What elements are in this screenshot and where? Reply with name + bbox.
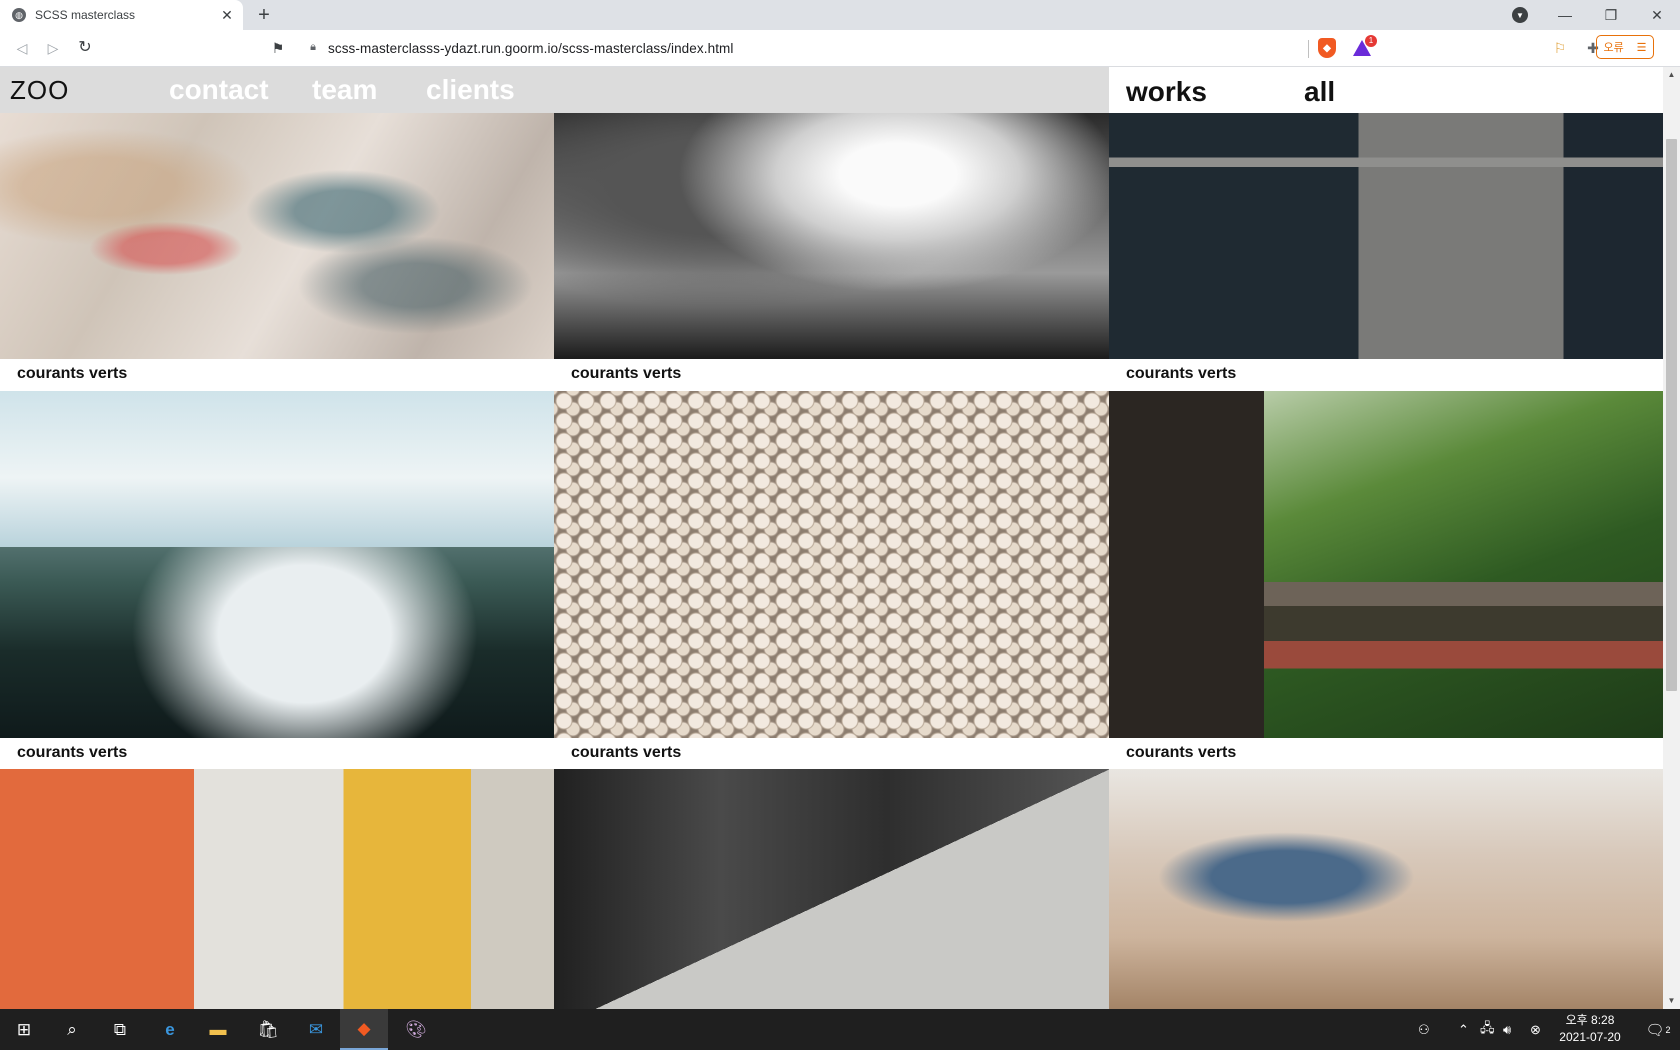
clock-date: 2021-07-20 <box>1559 1030 1621 1044</box>
file-explorer-icon[interactable]: ▬ <box>194 1009 242 1050</box>
colorful-buildings-image <box>0 769 554 1009</box>
forest-bw-image <box>554 113 1109 359</box>
brave-shield-icon[interactable]: ◆ <box>1318 38 1336 58</box>
gallery-card[interactable]: courants verts <box>0 113 554 390</box>
ext-flag-icon[interactable]: ⚐ <box>1550 38 1570 58</box>
lock-icon: 🔒︎ <box>310 41 316 53</box>
close-tab-icon[interactable]: ✕ <box>219 7 235 24</box>
browser-toolbar: ◁ ▷ ↻ ⚑ 🔒︎ scss-masterclasss-ydazt.run.g… <box>0 30 1680 67</box>
close-window-button[interactable]: ✕ <box>1634 0 1680 30</box>
store-icon[interactable]: 🛍︎ <box>244 1009 292 1050</box>
canyon-bridge-image <box>1109 391 1663 738</box>
tray-expand-icon[interactable]: ⌃ <box>1458 1009 1469 1050</box>
page-viewport: ZOO contact team clients works all coura… <box>0 67 1663 1009</box>
gallery-card[interactable] <box>0 769 554 1009</box>
windows-start-icon[interactable]: ⊞ <box>0 1009 48 1050</box>
browser-tab[interactable]: ◍ SCSS masterclass ✕ <box>0 0 243 30</box>
brave-browser-icon[interactable]: ◆ <box>340 1009 388 1050</box>
tab-strip: ◍ SCSS masterclass ✕ + ▼ — ❐ ✕ <box>0 0 1680 30</box>
site-logo[interactable]: ZOO <box>10 75 69 106</box>
bookmark-icon[interactable]: ⚑ <box>268 38 288 58</box>
gallery-card[interactable]: courants verts <box>554 113 1109 390</box>
ime-icon[interactable]: ⊗ <box>1530 1009 1541 1050</box>
paint-icon[interactable]: 🎨︎ <box>392 1009 440 1050</box>
pebbles-image <box>554 391 1109 738</box>
forward-icon[interactable]: ▷ <box>43 38 63 58</box>
error-label: 오류 <box>1603 42 1624 54</box>
gallery-card[interactable] <box>554 769 1109 1009</box>
mail-icon[interactable]: ✉ <box>292 1009 340 1050</box>
nav-all[interactable]: all <box>1304 76 1335 108</box>
menu-icon: ☰ <box>1636 41 1647 54</box>
tab-search-icon[interactable]: ▼ <box>1512 7 1528 23</box>
gallery-card[interactable]: courants verts <box>1109 391 1663 769</box>
card-caption: courants verts <box>1126 365 1237 382</box>
taskbar: ⊞ ⌕ ⧉ e ▬ 🛍︎ ✉ ◆ 🎨︎ ⚇ ⌃ 🖧 🔊︎ ⊗ 오후 8:28 2… <box>0 1009 1680 1050</box>
window-controls: — ❐ ✕ <box>1542 0 1680 30</box>
card-caption: courants verts <box>17 744 128 761</box>
task-view-icon[interactable]: ⧉ <box>96 1009 144 1050</box>
nav-works[interactable]: works <box>1126 76 1207 108</box>
card-caption: courants verts <box>1126 744 1237 761</box>
new-tab-button[interactable]: + <box>254 4 274 26</box>
minimize-button[interactable]: — <box>1542 0 1588 30</box>
address-bar[interactable]: 🔒︎ scss-masterclasss-ydazt.run.goorm.io/… <box>306 37 1306 59</box>
scrollbar-thumb[interactable] <box>1666 139 1677 691</box>
network-icon[interactable]: 🖧 <box>1480 1009 1495 1050</box>
nav-clients[interactable]: clients <box>426 74 515 106</box>
concrete-wall-image <box>554 769 1109 1009</box>
card-caption: courants verts <box>571 365 682 382</box>
notification-badge: 2 <box>1665 1024 1671 1035</box>
reload-icon[interactable]: ↻ <box>75 38 95 58</box>
nav-team[interactable]: team <box>312 74 377 106</box>
concrete-blocks-image <box>1109 113 1663 359</box>
rewards-icon[interactable]: 1 <box>1352 35 1377 58</box>
url-text: scss-masterclasss-ydazt.run.goorm.io/scs… <box>328 40 734 56</box>
back-icon[interactable]: ◁ <box>12 38 32 58</box>
tab-title: SCSS masterclass <box>35 8 136 22</box>
action-center-icon[interactable]: 🗨︎ 2 <box>1636 1009 1680 1050</box>
gallery-card[interactable]: courants verts <box>1109 113 1663 390</box>
system-clock[interactable]: 오후 8:28 2021-07-20 <box>1550 1012 1630 1046</box>
restore-button[interactable]: ❐ <box>1588 0 1634 30</box>
card-caption: courants verts <box>571 744 682 761</box>
people-icon[interactable]: ⚇ <box>1418 1009 1430 1050</box>
fishing-pier-image <box>1109 769 1663 1009</box>
gallery-card[interactable]: courants verts <box>554 391 1109 769</box>
search-icon[interactable]: ⌕ <box>48 1009 96 1050</box>
toolbar-divider <box>1308 40 1309 58</box>
gallery-card[interactable]: courants verts <box>0 391 554 769</box>
card-caption: courants verts <box>17 365 128 382</box>
works-header: works all <box>1109 67 1663 113</box>
rewards-badge: 1 <box>1365 35 1377 47</box>
scroll-down-icon[interactable]: ▼ <box>1663 993 1680 1009</box>
edge-icon[interactable]: e <box>146 1009 194 1050</box>
abstract-paint-image <box>0 113 554 359</box>
globe-icon: ◍ <box>12 8 26 22</box>
site-header: ZOO contact team clients <box>0 67 1109 113</box>
gallery-card[interactable] <box>1109 769 1663 1009</box>
scroll-up-icon[interactable]: ▲ <box>1663 67 1680 83</box>
nav-contact[interactable]: contact <box>169 74 269 106</box>
foggy-forest-image <box>0 391 554 738</box>
error-menu-button[interactable]: 오류 ☰ <box>1596 35 1654 59</box>
volume-icon[interactable]: 🔊︎ <box>1503 1009 1511 1050</box>
clock-time: 오후 8:28 <box>1565 1013 1615 1027</box>
page-scrollbar[interactable]: ▲ ▼ <box>1663 67 1680 1009</box>
